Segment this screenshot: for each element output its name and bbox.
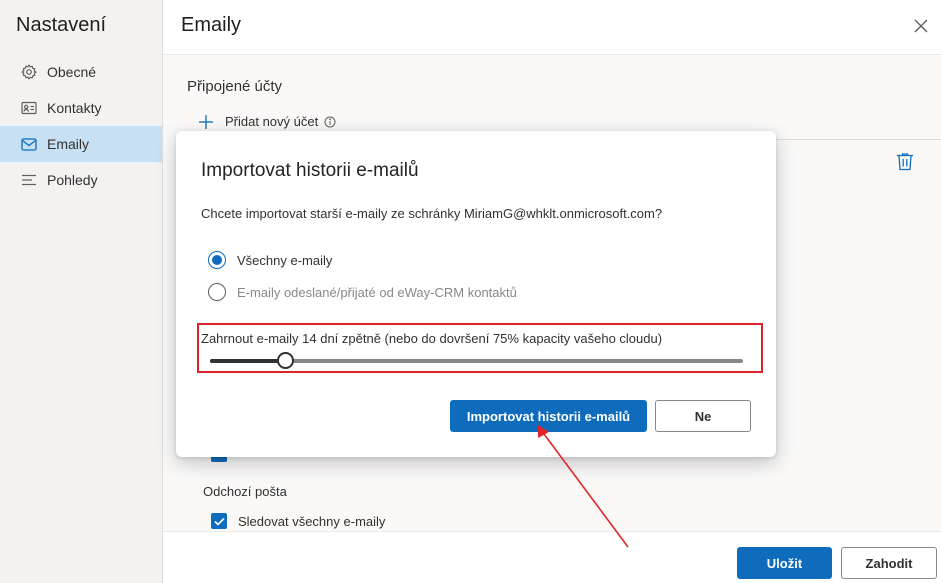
import-history-dialog: Importovat historii e-mailů Chcete impor… (176, 131, 776, 457)
info-icon[interactable] (324, 116, 336, 128)
track-all-label: Sledovat všechny e-maily (238, 513, 386, 529)
radio-unchecked-icon (208, 283, 226, 301)
connected-accounts-title: Připojené účty (187, 78, 283, 95)
trash-icon[interactable] (896, 152, 914, 176)
sidebar-item-contacts[interactable]: Kontakty (0, 90, 162, 126)
sidebar-item-label: Pohledy (47, 172, 98, 188)
sidebar-item-label: Obecné (47, 64, 97, 80)
settings-sidebar: Nastavení Obecné Kontakty Emaily Pohledy (0, 0, 163, 583)
contact-card-icon (20, 99, 38, 117)
sidebar-item-views[interactable]: Pohledy (0, 162, 162, 198)
sidebar-title: Nastavení (16, 14, 107, 36)
checkmark-icon (211, 513, 227, 529)
sidebar-item-label: Emaily (47, 136, 90, 152)
save-button[interactable]: Uložit (737, 547, 832, 579)
page-title: Emaily (181, 14, 242, 36)
radio-checked-icon (208, 251, 226, 269)
history-days-slider[interactable] (210, 352, 743, 369)
slider-label: Zahrnout e-maily 14 dní zpětně (nebo do … (201, 331, 663, 346)
radio-all-emails[interactable]: Všechny e-maily (208, 251, 332, 269)
plus-icon (199, 115, 213, 132)
page-header: Emaily (163, 0, 941, 55)
close-icon[interactable] (911, 16, 931, 36)
import-history-button[interactable]: Importovat historii e-mailů (450, 400, 647, 432)
dialog-title: Importovat historii e-mailů (201, 160, 419, 181)
discard-button[interactable]: Zahodit (841, 547, 937, 579)
gear-icon (20, 63, 38, 81)
no-button[interactable]: Ne (655, 400, 751, 432)
sidebar-item-general[interactable]: Obecné (0, 54, 162, 90)
sidebar-item-label: Kontakty (47, 100, 102, 116)
dialog-question: Chcete importovat starší e-maily ze schr… (201, 206, 663, 221)
radio-label: Všechny e-maily (237, 252, 333, 268)
radio-label: E-maily odeslané/přijaté od eWay-CRM kon… (237, 284, 517, 300)
sidebar-nav: Obecné Kontakty Emaily Pohledy (0, 54, 162, 198)
list-icon (20, 171, 38, 189)
radio-crm-contacts-emails[interactable]: E-maily odeslané/přijaté od eWay-CRM kon… (208, 283, 517, 301)
mail-icon (20, 135, 38, 153)
add-account-button[interactable]: Přidat nový účet (199, 114, 336, 132)
slider-fill (210, 359, 285, 363)
outgoing-mail-title: Odchozí pošta (203, 484, 287, 499)
slider-thumb[interactable] (276, 352, 294, 369)
add-account-label: Přidat nový účet (225, 114, 319, 129)
footer-bar: Uložit Zahodit (163, 531, 941, 583)
track-all-emails-checkbox[interactable]: Sledovat všechny e-maily (211, 513, 385, 529)
sidebar-item-emails[interactable]: Emaily (0, 126, 162, 162)
